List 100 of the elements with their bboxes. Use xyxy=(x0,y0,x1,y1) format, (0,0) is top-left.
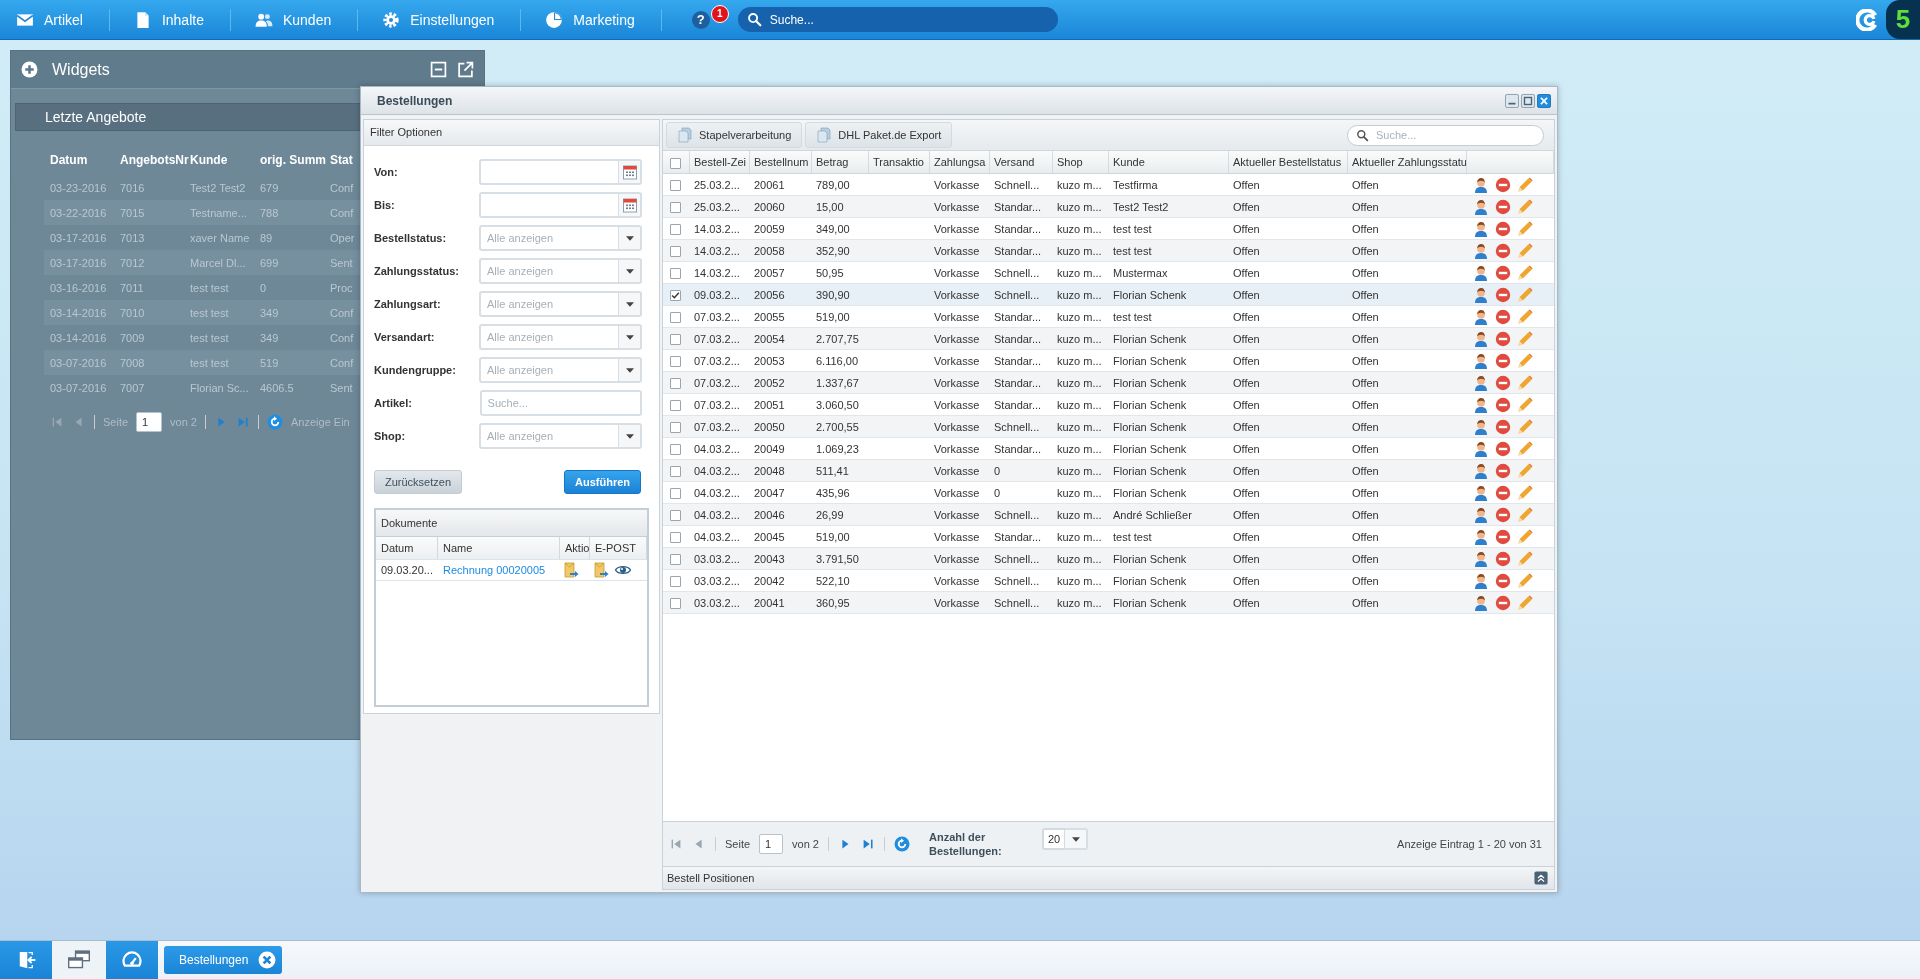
select-all-checkbox[interactable] xyxy=(670,157,681,169)
row-checkbox[interactable] xyxy=(670,575,681,587)
table-row[interactable]: 04.03.2... 20048 511,41 Vorkasse 0 kuzo m... Florian Schenk Offen Offen xyxy=(663,460,1554,482)
row-checkbox[interactable] xyxy=(670,179,681,191)
pencil-icon[interactable] xyxy=(1517,176,1533,193)
column-header[interactable]: Zahlungsa xyxy=(930,151,990,173)
toolbar-button[interactable]: DHL Paket.de Export xyxy=(805,122,953,148)
column-header[interactable]: Bestell-Zei xyxy=(690,151,750,173)
row-checkbox[interactable] xyxy=(670,311,681,323)
maximize-icon[interactable] xyxy=(1521,93,1535,108)
dropdown-arrow-button[interactable] xyxy=(619,225,642,251)
row-checkbox[interactable] xyxy=(670,443,681,455)
person-icon[interactable] xyxy=(1473,528,1489,545)
close-icon[interactable] xyxy=(258,951,277,969)
plus-circle-icon[interactable] xyxy=(21,61,38,78)
pencil-icon[interactable] xyxy=(1517,528,1533,545)
column-header[interactable]: Betrag xyxy=(812,151,869,173)
dropdown[interactable]: Alle anzeigen xyxy=(479,324,619,350)
delete-icon[interactable] xyxy=(1495,572,1511,589)
refresh-icon[interactable] xyxy=(894,836,910,852)
person-icon[interactable] xyxy=(1473,594,1489,611)
delete-icon[interactable] xyxy=(1495,506,1511,523)
person-icon[interactable] xyxy=(1473,330,1489,347)
pencil-icon[interactable] xyxy=(1517,308,1533,325)
row-checkbox[interactable] xyxy=(670,355,681,367)
pencil-icon[interactable] xyxy=(1517,484,1533,501)
table-row[interactable]: 14.03.2... 20058 352,90 Vorkasse Standar... kuzo m... test test Offen Offen xyxy=(663,240,1554,262)
close-icon[interactable] xyxy=(1537,93,1551,108)
row-checkbox[interactable] xyxy=(670,509,681,521)
help-button[interactable]: ? xyxy=(691,10,710,29)
delete-icon[interactable] xyxy=(1495,198,1511,215)
person-icon[interactable] xyxy=(1473,440,1489,457)
delete-icon[interactable] xyxy=(1495,176,1511,193)
row-checkbox[interactable] xyxy=(670,487,681,499)
person-icon[interactable] xyxy=(1473,176,1489,193)
row-checkbox[interactable] xyxy=(670,377,681,389)
page-number-field[interactable]: 1 xyxy=(136,412,163,432)
delete-icon[interactable] xyxy=(1495,440,1511,457)
popout-icon[interactable] xyxy=(457,61,474,78)
dropdown-arrow-button[interactable] xyxy=(619,423,642,449)
delete-icon[interactable] xyxy=(1495,418,1511,435)
person-icon[interactable] xyxy=(1473,308,1489,325)
date-field[interactable] xyxy=(479,159,619,185)
search-field[interactable]: Suche... xyxy=(737,7,1058,32)
person-icon[interactable] xyxy=(1473,286,1489,303)
document-link[interactable]: Rechnung 00020005 xyxy=(443,564,546,576)
dropdown[interactable]: Alle anzeigen xyxy=(479,225,619,251)
table-row[interactable]: 04.03.2... 20046 26,99 Vorkasse Schnell... kuzo m... André Schließer Offen Offen xyxy=(663,504,1554,526)
person-icon[interactable] xyxy=(1473,506,1489,523)
dropdown[interactable]: Alle anzeigen xyxy=(479,357,619,383)
logout-button[interactable] xyxy=(0,941,52,979)
page-number-field[interactable]: 1 xyxy=(759,834,784,854)
refresh-icon[interactable] xyxy=(267,414,283,430)
row-checkbox[interactable] xyxy=(670,421,681,433)
date-field[interactable] xyxy=(479,192,619,218)
column-header[interactable]: Shop xyxy=(1053,151,1109,173)
person-icon[interactable] xyxy=(1473,550,1489,567)
person-icon[interactable] xyxy=(1473,264,1489,281)
pencil-icon[interactable] xyxy=(1517,220,1533,237)
table-row[interactable]: 03.03.2... 20041 360,95 Vorkasse Schnell... kuzo m... Florian Schenk Offen Offen xyxy=(663,592,1554,614)
dropdown[interactable]: Alle anzeigen xyxy=(479,423,619,449)
toolbar-button[interactable]: Stapelverarbeitung xyxy=(666,122,803,148)
column-header[interactable]: Versand xyxy=(990,151,1053,173)
row-checkbox[interactable] xyxy=(670,333,681,345)
selected-row[interactable]: 09.03.2... 20056 390,90 Vorkasse Schnell... kuzo m... Florian Schenk Offen Offen xyxy=(663,284,1554,306)
person-icon[interactable] xyxy=(1473,418,1489,435)
delete-icon[interactable] xyxy=(1495,242,1511,259)
table-row[interactable]: 25.03.2... 20060 15,00 Vorkasse Standar... kuzo m... Test2 Test2 Offen Offen xyxy=(663,196,1554,218)
pencil-icon[interactable] xyxy=(1517,440,1533,457)
person-icon[interactable] xyxy=(1473,572,1489,589)
dropdown-arrow-button[interactable] xyxy=(619,357,642,383)
pencil-icon[interactable] xyxy=(1517,264,1533,281)
delete-icon[interactable] xyxy=(1495,528,1511,545)
row-checkbox[interactable] xyxy=(670,245,681,257)
reset-button[interactable]: Zurücksetzen xyxy=(374,470,463,494)
delete-icon[interactable] xyxy=(1495,330,1511,347)
delete-icon[interactable] xyxy=(1495,550,1511,567)
delete-icon[interactable] xyxy=(1495,484,1511,501)
person-icon[interactable] xyxy=(1473,198,1489,215)
delete-icon[interactable] xyxy=(1495,352,1511,369)
column-header[interactable]: Aktueller Bestellstatus xyxy=(1229,151,1348,173)
row-checkbox[interactable] xyxy=(670,531,681,543)
row-checkbox[interactable] xyxy=(670,223,681,235)
dropdown[interactable]: Alle anzeigen xyxy=(479,291,619,317)
row-checkbox[interactable] xyxy=(670,201,681,213)
row-checkbox[interactable] xyxy=(670,597,681,609)
delete-icon[interactable] xyxy=(1495,396,1511,413)
table-row[interactable]: 07.03.2... 20050 2.700,55 Vorkasse Schnell... kuzo m... Florian Schenk Offen Offen xyxy=(663,416,1554,438)
page-size-dropdown[interactable]: 20 xyxy=(1042,828,1065,850)
pencil-icon[interactable] xyxy=(1517,396,1533,413)
person-icon[interactable] xyxy=(1473,462,1489,479)
pencil-icon[interactable] xyxy=(1517,572,1533,589)
table-row[interactable]: 07.03.2... 20054 2.707,75 Vorkasse Standar... kuzo m... Florian Schenk Offen Offen xyxy=(663,328,1554,350)
dropdown-arrow-button[interactable] xyxy=(619,324,642,350)
table-row[interactable]: 03.03.2... 20043 3.791,50 Vorkasse Schnell... kuzo m... Florian Schenk Offen Offen xyxy=(663,548,1554,570)
dropdown[interactable]: Alle anzeigen xyxy=(479,258,619,284)
person-icon[interactable] xyxy=(1473,396,1489,413)
delete-icon[interactable] xyxy=(1495,374,1511,391)
person-icon[interactable] xyxy=(1473,220,1489,237)
dropdown-arrow-button[interactable] xyxy=(619,291,642,317)
